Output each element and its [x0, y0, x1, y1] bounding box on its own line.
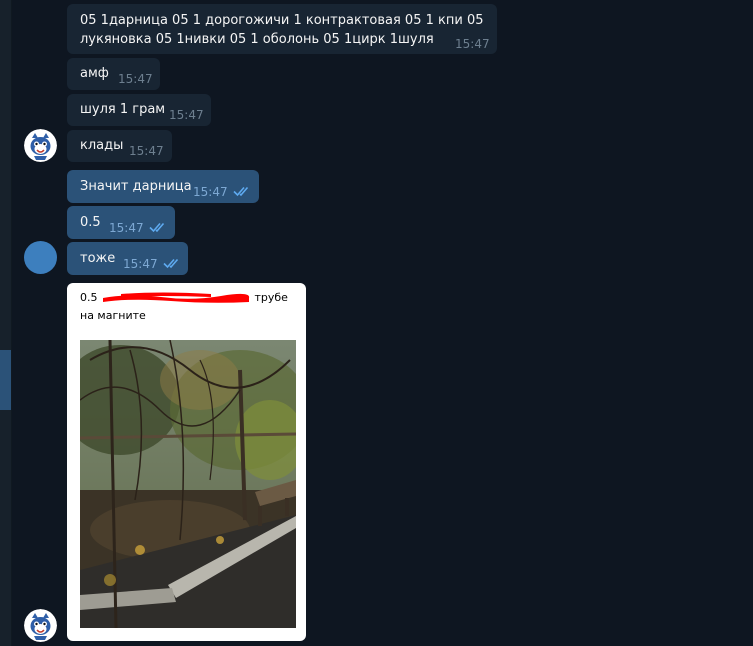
chat-list-sidebar[interactable]	[0, 0, 11, 646]
sidebar-divider	[11, 0, 12, 646]
message-text: шуля 1 грам	[80, 102, 166, 117]
message-time: 15:47	[123, 257, 158, 271]
avatar-image	[24, 129, 57, 162]
message-time: 15:47	[455, 37, 490, 51]
message-bubble[interactable]: Значит дарница 15:47	[67, 170, 259, 203]
message-bubble[interactable]: амф 15:47	[67, 58, 160, 90]
message-bubble[interactable]: тоже 15:47	[67, 242, 188, 275]
photo-message[interactable]: 0.5 трубе на магните	[67, 283, 306, 641]
double-check-icon	[163, 258, 179, 269]
message-text: амф	[80, 66, 109, 81]
photo-caption: 0.5 трубе	[80, 288, 288, 308]
message-bubble[interactable]: шуля 1 грам 15:47	[67, 94, 211, 126]
photo-image[interactable]	[80, 340, 296, 628]
caption-end: трубе	[254, 291, 288, 304]
message-bubble[interactable]: 05 1дарница 05 1 дорогожичи 1 контрактов…	[67, 4, 497, 54]
sender-avatar[interactable]	[24, 129, 57, 162]
message-time: 15:47	[193, 185, 228, 199]
double-check-icon	[149, 222, 165, 233]
message-text: клады	[80, 138, 124, 153]
message-time: 15:47	[118, 72, 153, 86]
message-time: 15:47	[129, 144, 164, 158]
message-time: 15:47	[169, 108, 204, 122]
message-text: 05 1дарница 05 1 дорогожичи 1 контрактов…	[80, 13, 484, 28]
caption-start: 0.5	[80, 291, 98, 304]
avatar-image	[24, 609, 57, 642]
message-bubble[interactable]: клады 15:47	[67, 130, 172, 162]
message-text: лукяновка 05 1нивки 05 1 оболонь 05 1цир…	[80, 32, 434, 47]
double-check-icon	[233, 186, 249, 197]
sender-avatar[interactable]	[24, 609, 57, 642]
sender-avatar[interactable]	[24, 241, 57, 274]
photo-caption-line2: на магните	[80, 309, 146, 322]
message-time: 15:47	[109, 221, 144, 235]
message-bubble[interactable]: 0.5 15:47	[67, 206, 175, 239]
redaction-mark	[103, 292, 250, 303]
sidebar-active-item[interactable]	[0, 350, 11, 410]
message-text: тоже	[80, 251, 116, 266]
message-text: Значит дарница	[80, 179, 192, 194]
message-text: 0.5	[80, 215, 101, 230]
